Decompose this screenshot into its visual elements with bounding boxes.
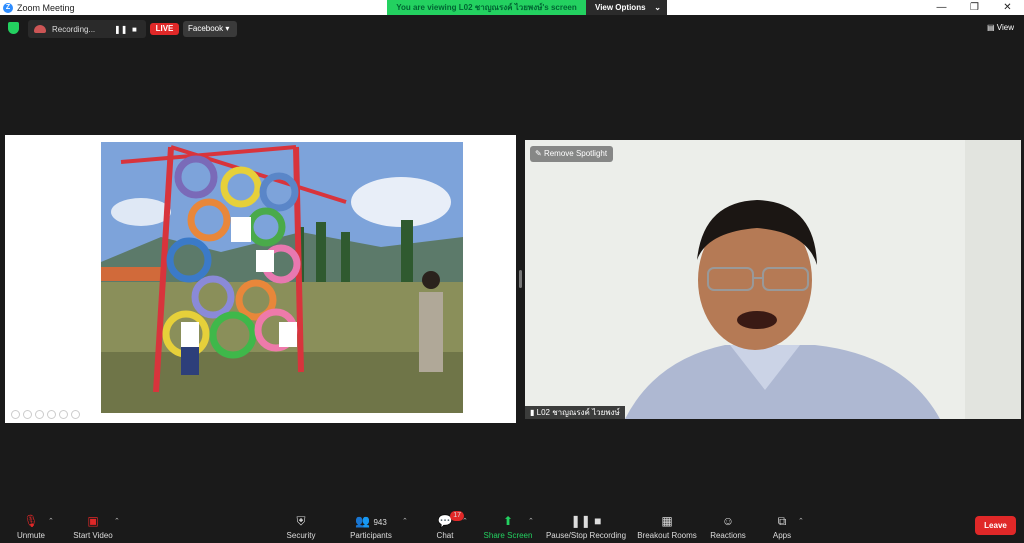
reactions-label: Reactions xyxy=(710,531,746,540)
participants-label: Participants xyxy=(350,531,392,540)
view-button[interactable]: ▤ View xyxy=(987,23,1014,32)
pause-stop-icon: ❚❚ ■ xyxy=(570,514,602,528)
share-control-2-icon[interactable]: c2 xyxy=(23,410,32,419)
share-control-5-icon[interactable]: c5 xyxy=(59,410,68,419)
view-options-label: View Options xyxy=(595,3,646,12)
breakout-rooms-icon: ▦ xyxy=(661,514,673,528)
minimize-button[interactable]: — xyxy=(925,0,958,15)
pause-stop-recording-label: Pause/Stop Recording xyxy=(545,531,627,540)
breakout-rooms-label: Breakout Rooms xyxy=(637,531,697,540)
close-button[interactable]: ✕ xyxy=(991,0,1024,15)
share-screen-button[interactable]: ⬆ Share Screen xyxy=(482,514,534,541)
window-title: Zoom Meeting xyxy=(17,2,75,13)
share-screen-label: Share Screen xyxy=(483,531,533,540)
apps-icon: ⧉ xyxy=(777,514,787,528)
meeting-status-row: Recording... ❚❚ ■ LIVE Facebook ▾ ▤ View xyxy=(0,19,1024,39)
leave-button[interactable]: Leave xyxy=(975,516,1016,535)
chat-icon: 💬 17 xyxy=(432,511,464,528)
participants-chevron-icon[interactable]: ⌃ xyxy=(402,517,408,525)
security-shield-icon[interactable] xyxy=(8,22,19,34)
signal-icon: ▮ xyxy=(530,408,537,417)
remove-spotlight-button[interactable]: ✎ Remove Spotlight xyxy=(530,146,614,162)
participant-name-label: ▮ L02 ชาญณรงค์ ไวยพงษ์ xyxy=(525,406,625,419)
zoom-logo-icon: Z xyxy=(3,2,13,13)
video-off-icon: ▣ xyxy=(87,514,99,528)
facebook-live-dropdown[interactable]: Facebook ▾ xyxy=(183,21,237,37)
view-label: View xyxy=(996,23,1014,32)
pin-icon: ✎ xyxy=(535,149,544,158)
chat-button[interactable]: 💬 17 Chat xyxy=(432,511,464,540)
view-options-button[interactable]: View Options ⌄ xyxy=(586,0,667,15)
viewing-banner: You are viewing L02 ชาญณรงค์ ไวยพงษ์'s s… xyxy=(387,0,667,15)
remove-spotlight-label: Remove Spotlight xyxy=(543,149,608,158)
participant-name: L02 ชาญณรงค์ ไวยพงษ์ xyxy=(536,408,620,417)
share-control-4-icon[interactable]: c4 xyxy=(47,410,56,419)
start-video-label: Start Video xyxy=(73,531,113,540)
cloud-recording-icon xyxy=(34,25,46,33)
audio-options-chevron-icon[interactable]: ⌃ xyxy=(48,517,54,525)
security-label: Security xyxy=(286,531,316,540)
share-chevron-icon[interactable]: ⌃ xyxy=(528,517,534,525)
shared-screen: c1 c2 c3 c4 c5 c6 xyxy=(5,135,516,423)
video-options-chevron-icon[interactable]: ⌃ xyxy=(114,517,120,525)
reactions-button[interactable]: ☺ Reactions xyxy=(708,514,748,541)
live-badge: LIVE xyxy=(150,23,179,35)
security-button[interactable]: ⛨ Security xyxy=(284,514,318,541)
participants-button[interactable]: 👥 943 Participants xyxy=(345,514,397,541)
grid-icon: ▤ xyxy=(987,23,997,32)
share-control-3-icon[interactable]: c3 xyxy=(35,410,44,419)
pause-stop-recording-button[interactable]: ❚❚ ■ Pause/Stop Recording xyxy=(544,514,628,541)
meeting-toolbar: 🎙 Unmute ⌃ ▣ Start Video ⌃ ⛨ Security 👥 … xyxy=(0,510,1024,543)
recording-label: Recording... xyxy=(52,24,96,34)
share-screen-icon: ⬆ xyxy=(502,514,514,528)
chat-chevron-icon[interactable]: ⌃ xyxy=(462,517,468,525)
window-controls: — ❐ ✕ xyxy=(925,0,1024,15)
apps-button[interactable]: ⧉ Apps xyxy=(770,514,794,541)
viewing-screen-text: You are viewing L02 ชาญณรงค์ ไวยพงษ์'s s… xyxy=(387,0,586,15)
start-video-button[interactable]: ▣ Start Video xyxy=(70,514,116,541)
split-resize-handle[interactable] xyxy=(519,270,522,288)
participants-icon: 👥 943 xyxy=(355,514,387,528)
share-control-6-icon[interactable]: c6 xyxy=(71,410,80,419)
pause-recording-button[interactable]: ❚❚ xyxy=(114,25,127,34)
unmute-label: Unmute xyxy=(16,531,45,540)
apps-chevron-icon[interactable]: ⌃ xyxy=(798,517,804,525)
share-controls: c1 c2 c3 c4 c5 c6 xyxy=(11,410,80,419)
shared-photo-playground xyxy=(101,142,463,413)
participants-count: 943 xyxy=(373,518,387,527)
chat-label: Chat xyxy=(436,531,454,540)
breakout-rooms-button[interactable]: ▦ Breakout Rooms xyxy=(636,514,698,541)
muted-mic-icon: 🎙 xyxy=(23,514,39,528)
chevron-down-icon: ⌄ xyxy=(654,3,661,12)
stop-recording-button[interactable]: ■ xyxy=(132,25,137,34)
smiley-icon: ☺ xyxy=(721,514,735,528)
apps-label: Apps xyxy=(772,531,792,540)
shield-icon: ⛨ xyxy=(296,514,306,528)
restore-button[interactable]: ❐ xyxy=(958,0,991,15)
speaker-video: ✎ Remove Spotlight ▮ L02 ชาญณรงค์ ไวยพงษ… xyxy=(525,140,1021,419)
recording-indicator: Recording... ❚❚ ■ xyxy=(28,20,146,38)
share-control-1-icon[interactable]: c1 xyxy=(11,410,20,419)
unmute-button[interactable]: 🎙 Unmute xyxy=(14,514,48,541)
